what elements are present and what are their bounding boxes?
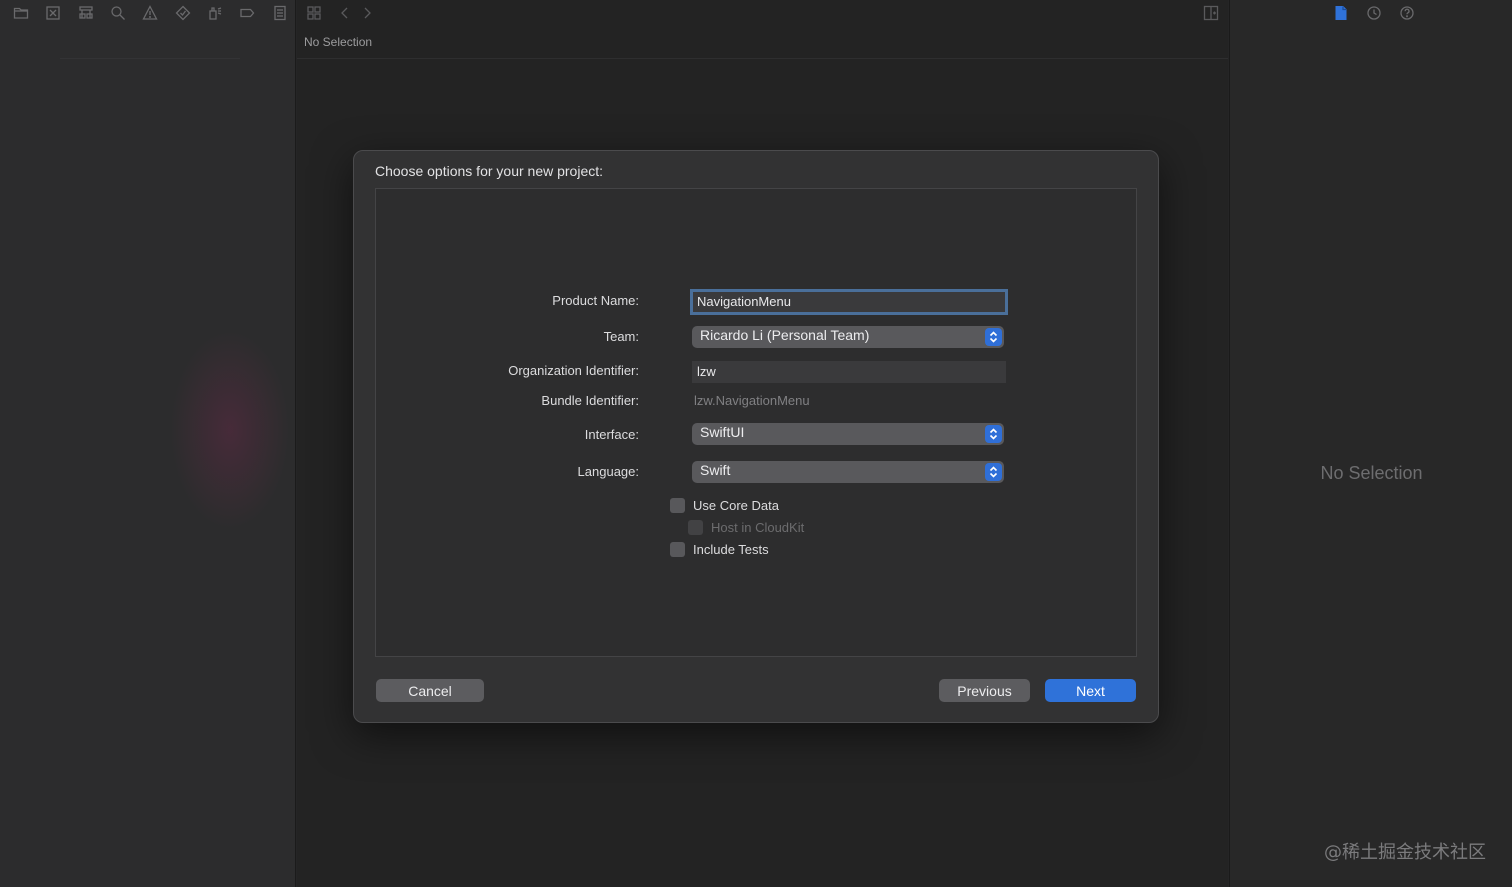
- test-navigator-tab[interactable]: [167, 0, 199, 26]
- xcode-window: No Selection No Selection @稀土掘金技术社区 Choo…: [0, 0, 1512, 887]
- help-inspector-icon[interactable]: [1399, 5, 1415, 21]
- watermark: @稀土掘金技术社区: [1324, 842, 1486, 863]
- file-inspector-icon[interactable]: [1333, 5, 1349, 21]
- team-popup-value: Ricardo Li (Personal Team): [700, 327, 870, 343]
- new-project-options-sheet: Choose options for your new project: Pro…: [353, 150, 1159, 723]
- search-icon: [111, 6, 126, 20]
- chevron-right-icon[interactable]: [360, 5, 374, 21]
- symbol-navigator-tab[interactable]: [70, 0, 102, 26]
- include-tests-checkbox[interactable]: Include Tests: [670, 542, 769, 557]
- cancel-button[interactable]: Cancel: [376, 679, 484, 702]
- interface-popup[interactable]: SwiftUI: [692, 423, 1004, 445]
- include-tests-label: Include Tests: [693, 542, 769, 557]
- team-popup[interactable]: Ricardo Li (Personal Team): [692, 326, 1004, 348]
- add-editor-split-icon[interactable]: [1203, 5, 1219, 21]
- navigator-background-glow: [170, 330, 290, 530]
- sheet-title: Choose options for your new project:: [375, 163, 604, 179]
- previous-button[interactable]: Previous: [939, 679, 1030, 702]
- use-core-data-checkbox[interactable]: Use Core Data: [670, 498, 779, 513]
- jump-bar: No Selection: [304, 35, 373, 49]
- language-popup-value: Swift: [700, 462, 731, 478]
- bundle-identifier-value: lzw.NavigationMenu: [694, 393, 810, 408]
- product-name-label: Product Name:: [552, 293, 639, 308]
- navigator-toolbar: [0, 0, 296, 26]
- product-name-field[interactable]: NavigationMenu: [690, 289, 1008, 315]
- report-icon: [274, 5, 286, 21]
- inspector-toolbar: [1230, 0, 1512, 26]
- related-items-grid-icon[interactable]: [306, 5, 322, 21]
- find-navigator-tab[interactable]: [102, 0, 134, 26]
- issue-navigator-tab[interactable]: [134, 0, 166, 26]
- chevron-left-icon[interactable]: [338, 5, 352, 21]
- spray-icon: [209, 7, 222, 20]
- interface-popup-stepper: [985, 425, 1002, 443]
- up-down-chevron-icon: [989, 466, 998, 478]
- breakpoint-icon: [240, 8, 255, 18]
- diamond-icon: [175, 5, 191, 21]
- navigator-pane: [0, 0, 296, 887]
- hierarchy-icon: [79, 6, 93, 19]
- editor-divider: [297, 58, 1228, 59]
- language-popup[interactable]: Swift: [692, 461, 1004, 483]
- editor-toolbar: [297, 0, 1228, 26]
- folder-icon: [14, 7, 29, 19]
- team-label: Team:: [603, 329, 639, 344]
- source-control-icon: [46, 6, 61, 20]
- breakpoint-navigator-tab[interactable]: [231, 0, 263, 26]
- source-control-navigator-tab[interactable]: [37, 0, 69, 26]
- history-inspector-icon[interactable]: [1366, 5, 1382, 21]
- inspector-pane: No Selection: [1229, 0, 1512, 887]
- host-in-cloudkit-checkbox: Host in CloudKit: [688, 520, 804, 535]
- language-label: Language:: [577, 464, 639, 479]
- interface-label: Interface:: [584, 427, 639, 442]
- host-in-cloudkit-box: [688, 520, 703, 535]
- organization-identifier-label: Organization Identifier:: [508, 363, 639, 378]
- include-tests-box[interactable]: [670, 542, 685, 557]
- next-button[interactable]: Next: [1045, 679, 1136, 702]
- language-popup-stepper: [985, 463, 1002, 481]
- report-navigator-tab[interactable]: [264, 0, 296, 26]
- up-down-chevron-icon: [989, 428, 998, 440]
- warning-icon: [142, 5, 159, 20]
- debug-navigator-tab[interactable]: [199, 0, 231, 26]
- navigator-divider: [60, 58, 240, 59]
- up-down-chevron-icon: [989, 331, 998, 343]
- bundle-identifier-label: Bundle Identifier:: [541, 393, 639, 408]
- team-popup-stepper: [985, 328, 1002, 346]
- project-navigator-tab[interactable]: [5, 0, 37, 26]
- host-in-cloudkit-label: Host in CloudKit: [711, 520, 805, 535]
- use-core-data-box[interactable]: [670, 498, 685, 513]
- options-panel: Product Name: NavigationMenu Team: Ricar…: [375, 188, 1137, 657]
- inspector-empty-state: No Selection: [1320, 463, 1423, 483]
- organization-identifier-field[interactable]: lzw: [692, 361, 1006, 383]
- use-core-data-label: Use Core Data: [693, 498, 779, 513]
- interface-popup-value: SwiftUI: [700, 424, 745, 440]
